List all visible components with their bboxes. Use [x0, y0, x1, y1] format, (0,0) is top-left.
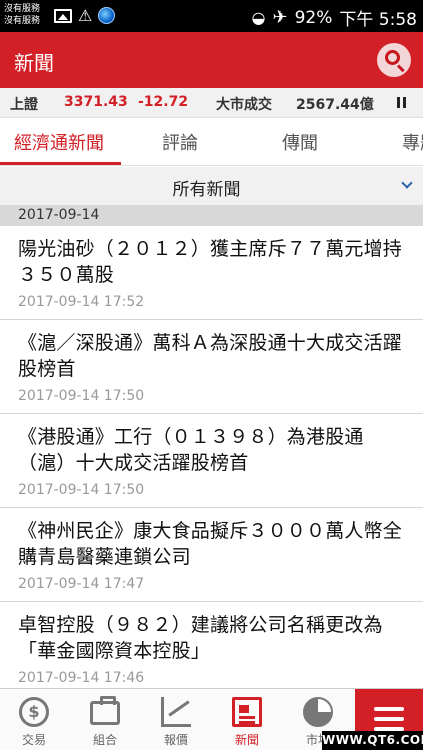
news-filter-dropdown[interactable]: 所有新聞 [0, 167, 423, 205]
briefcase-icon [90, 696, 120, 725]
news-item[interactable]: 陽光油砂（２０１２）獲主席斥７７萬元增持３５０萬股 2017-09-14 17:… [0, 226, 423, 320]
airplane-icon: ✈ [272, 7, 288, 28]
news-item[interactable]: 《滬／深股通》萬科Ａ為深股通十大成交活躍股榜首 2017-09-14 17:50 [0, 320, 423, 414]
tab-economic-news[interactable]: 經濟通新聞 [14, 129, 104, 155]
pie-chart-icon [303, 697, 333, 727]
nav-label: 組合 [92, 733, 117, 747]
menu-icon [374, 707, 404, 711]
news-timestamp: 2017-09-14 17:50 [18, 482, 145, 498]
search-icon [385, 50, 400, 65]
market-ticker[interactable]: 上證 3371.43 -12.72 大市成交 2567.44億 [0, 88, 423, 118]
active-tab-indicator [0, 162, 121, 165]
ticker-index-change: -12.72 [138, 94, 189, 110]
news-title: 陽光油砂（２０１２）獲主席斥７７萬元增持３５０萬股 [18, 238, 403, 286]
carrier-line-1: 沒有服務 [4, 4, 41, 14]
ticker-index-value: 3371.43 [64, 94, 128, 110]
ticker-label-index: 上證 [10, 97, 38, 113]
dollar-icon: $ [19, 697, 49, 727]
warning-icon: ⚠ [78, 5, 93, 25]
news-item[interactable]: 卓智控股（９８２）建議將公司名稱更改為「華金國際資本控股」 2017-09-14… [0, 602, 423, 696]
date-section-header: 2017-09-14 [0, 205, 423, 226]
system-status: ◒ ✈ 92% 下午 5:58 [252, 5, 417, 30]
carrier-line-2: 沒有服務 [4, 16, 41, 26]
app-header: 新聞 [0, 32, 423, 88]
chart-icon [161, 697, 191, 727]
news-title: 《滬／深股通》萬科Ａ為深股通十大成交活躍股榜首 [18, 332, 403, 380]
news-title: 卓智控股（９８２）建議將公司名稱更改為「華金國際資本控股」 [18, 614, 383, 662]
tab-rumours[interactable]: 傳聞 [282, 129, 318, 155]
carrier-status: 沒有服務 沒有服務 [4, 3, 40, 27]
page-title: 新聞 [14, 51, 54, 75]
watermark: WWW.QT6.COM [322, 731, 423, 750]
globe-icon [98, 7, 116, 24]
battery-level: 92% [294, 7, 333, 28]
ticker-label-turnover: 大市成交 [216, 97, 272, 113]
news-title: 《港股通》工行（０１３９８）為港股通（滬）十大成交活躍股榜首 [18, 426, 364, 474]
nav-quotes[interactable]: 報價 [142, 689, 210, 750]
nav-news[interactable]: 新聞 [213, 689, 281, 750]
tab-commentary[interactable]: 評論 [162, 129, 198, 155]
nav-label: 交易 [21, 733, 46, 747]
news-timestamp: 2017-09-14 17:50 [18, 388, 145, 404]
nav-trade[interactable]: $ 交易 [0, 689, 68, 750]
news-tabs: 經濟通新聞 評論 傳聞 專題 [0, 118, 423, 166]
news-item[interactable]: 《港股通》工行（０１３９８）為港股通（滬）十大成交活躍股榜首 2017-09-1… [0, 414, 423, 508]
news-item[interactable]: 《神州民企》康大食品擬斥３０００萬人幣全購青島醫藥連鎖公司 2017-09-14… [0, 508, 423, 602]
image-notification-icon [54, 8, 72, 23]
clock: 下午 5:58 [339, 10, 417, 30]
wifi-icon: ◒ [251, 8, 266, 27]
news-title: 《神州民企》康大食品擬斥３０００萬人幣全購青島醫藥連鎖公司 [18, 520, 403, 568]
status-bar: 沒有服務 沒有服務 ⚠ ◒ ✈ 92% 下午 5:58 [0, 0, 423, 32]
tab-special-topics[interactable]: 專題 [402, 129, 423, 155]
nav-label: 報價 [163, 733, 188, 747]
search-button[interactable] [377, 43, 411, 77]
news-icon [232, 697, 262, 727]
news-list: 陽光油砂（２０１２）獲主席斥７７萬元增持３５０萬股 2017-09-14 17:… [0, 226, 423, 696]
ticker-turnover-value: 2567.44億 [296, 97, 374, 113]
pause-icon[interactable] [397, 97, 406, 108]
filter-label: 所有新聞 [172, 180, 241, 200]
news-timestamp: 2017-09-14 17:52 [18, 294, 145, 310]
news-timestamp: 2017-09-14 17:46 [18, 670, 145, 686]
nav-portfolio[interactable]: 組合 [71, 689, 139, 750]
notification-icons: ⚠ [54, 5, 116, 25]
news-timestamp: 2017-09-14 17:47 [18, 576, 145, 592]
nav-label: 新聞 [234, 733, 259, 747]
